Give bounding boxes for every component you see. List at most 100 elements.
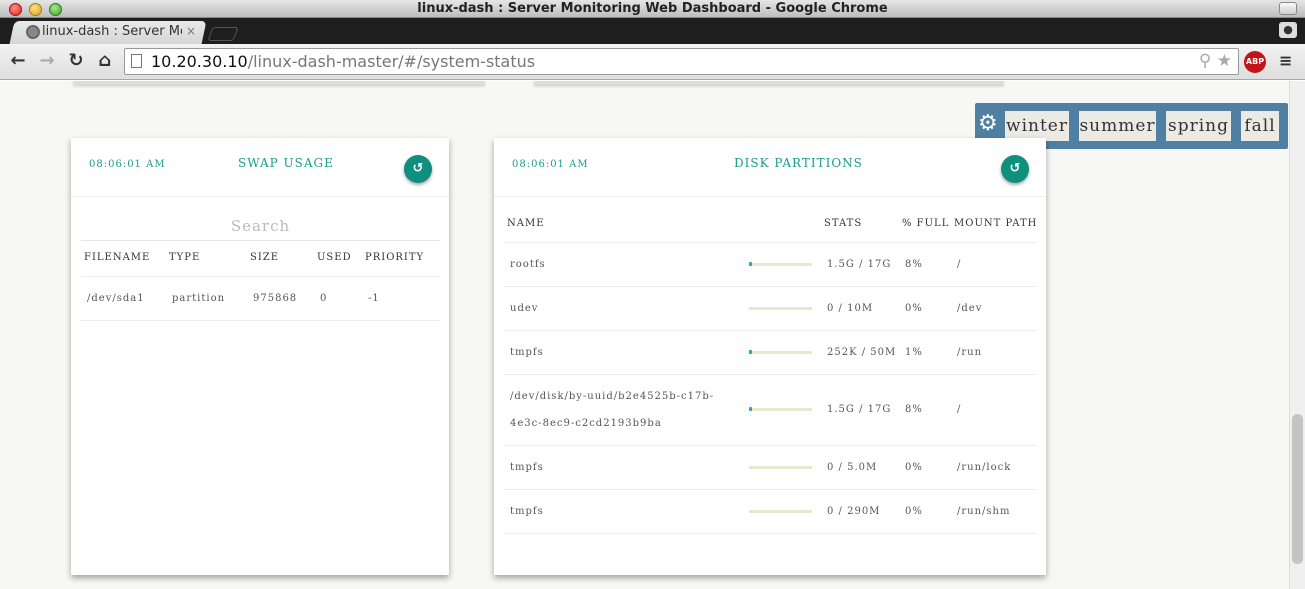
column-header-filename[interactable]: FILENAME <box>84 252 150 263</box>
cell-mount-path: /run <box>957 347 983 358</box>
theme-fall-button[interactable]: fall <box>1241 111 1279 141</box>
row-divider <box>504 330 1036 331</box>
usage-bar <box>749 307 812 310</box>
row-divider <box>504 489 1036 490</box>
usage-bar <box>749 350 812 354</box>
url-text[interactable]: 10.20.30.10/linux-dash-master/#/system-s… <box>151 52 535 71</box>
card-title: DISK PARTITIONS <box>734 156 863 170</box>
cell-percent-full: 0% <box>905 462 923 473</box>
vertical-scrollbar[interactable] <box>1289 81 1305 589</box>
card-header: 08:06:01 AM SWAP USAGE ↺ <box>71 138 449 197</box>
theme-summer-button[interactable]: summer <box>1079 111 1156 141</box>
window-title: linux-dash : Server Monitoring Web Dashb… <box>417 1 888 16</box>
browser-toolbar: ← → ↻ ⌂ 10.20.30.10/linux-dash-master/#/… <box>0 44 1305 80</box>
tab-strip: linux-dash : Server Monitoring Web Dashb… <box>0 18 1305 44</box>
disk-partitions-card: 08:06:01 AM DISK PARTITIONS ↺ NAME STATS… <box>494 138 1046 575</box>
column-header-priority[interactable]: PRIORITY <box>365 252 424 263</box>
back-arrow-icon[interactable]: ← <box>7 50 29 72</box>
cell-name: udev <box>510 303 539 314</box>
tab-close-icon[interactable]: × <box>186 24 196 38</box>
tab-label: linux-dash : Server Monitoring Web Dashb… <box>42 24 182 39</box>
column-header-percent-full[interactable]: % FULL <box>902 218 949 229</box>
row-divider <box>504 242 1036 243</box>
last-updated-time: 08:06:01 AM <box>89 159 166 170</box>
scrollbar-thumb[interactable] <box>1292 414 1303 564</box>
page-viewport: ⚙ winter summer spring fall 08:06:01 AM … <box>0 81 1289 589</box>
usage-bar-fill <box>749 262 752 266</box>
card-header: 08:06:01 AM DISK PARTITIONS ↺ <box>494 138 1046 197</box>
tab-linux-dash[interactable]: linux-dash : Server Monitoring Web Dashb… <box>16 23 206 43</box>
cell-mount-path: /dev <box>957 303 983 314</box>
cell-mount-path: /run/lock <box>957 462 1012 473</box>
url-path: /linux-dash-master/#/system-status <box>247 52 536 71</box>
cell-stats: 1.5G / 17G <box>827 404 892 415</box>
previous-card-edge <box>534 81 1004 84</box>
row-divider <box>81 320 440 321</box>
column-header-type[interactable]: TYPE <box>169 252 200 263</box>
row-divider <box>504 533 1036 534</box>
column-header-size[interactable]: SIZE <box>250 252 279 263</box>
omnibox-icons: ⚲ ★ <box>1199 51 1232 71</box>
cell-priority: -1 <box>368 293 380 304</box>
row-divider <box>81 276 440 277</box>
column-header-mount-path[interactable]: MOUNT PATH <box>954 218 1037 229</box>
window-titlebar: linux-dash : Server Monitoring Web Dashb… <box>0 0 1305 18</box>
cell-percent-full: 8% <box>905 259 923 270</box>
page-icon <box>131 54 142 68</box>
usage-bar-fill <box>749 407 752 411</box>
refresh-button[interactable]: ↺ <box>404 155 432 183</box>
column-header-stats[interactable]: STATS <box>824 218 862 229</box>
cell-mount-path: / <box>957 404 962 415</box>
last-updated-time: 08:06:01 AM <box>512 159 589 170</box>
cell-stats: 252K / 50M <box>827 347 897 358</box>
swap-usage-card: 08:06:01 AM SWAP USAGE ↺ FILENAME TYPE S… <box>71 138 449 575</box>
cell-stats: 0 / 290M <box>827 506 881 517</box>
cell-percent-full: 1% <box>905 347 923 358</box>
column-header-name[interactable]: NAME <box>507 218 545 229</box>
cell-filename: /dev/sda1 <box>87 293 145 304</box>
cell-percent-full: 8% <box>905 404 923 415</box>
usage-bar <box>749 510 812 513</box>
cell-name-continued: 4e3c-8ec9-c2cd2193b9ba <box>510 418 662 429</box>
cell-mount-path: /run/shm <box>957 506 1011 517</box>
row-divider <box>504 445 1036 446</box>
cell-percent-full: 0% <box>905 506 923 517</box>
theme-spring-button[interactable]: spring <box>1166 111 1231 141</box>
bookmark-star-icon[interactable]: ★ <box>1217 51 1232 71</box>
cell-percent-full: 0% <box>905 303 923 314</box>
gear-icon[interactable]: ⚙ <box>978 111 998 136</box>
refresh-button[interactable]: ↺ <box>1001 155 1029 183</box>
row-divider <box>504 374 1036 375</box>
new-tab-button[interactable] <box>207 27 239 41</box>
search-icon[interactable]: ⚲ <box>1199 51 1211 71</box>
tab-favicon-icon <box>26 25 40 39</box>
reload-icon[interactable]: ↻ <box>65 50 87 72</box>
theme-winter-button[interactable]: winter <box>1005 111 1069 141</box>
forward-arrow-icon[interactable]: → <box>36 50 58 72</box>
card-title: SWAP USAGE <box>238 156 334 170</box>
cell-name: tmpfs <box>510 347 544 358</box>
url-host: 10.20.30.10 <box>151 52 248 71</box>
usage-bar <box>749 262 812 266</box>
column-header-used[interactable]: USED <box>317 252 352 263</box>
cell-name: rootfs <box>510 259 546 270</box>
adblock-plus-icon[interactable]: ABP <box>1244 51 1266 73</box>
cell-stats: 0 / 10M <box>827 303 874 314</box>
cell-used: 0 <box>320 293 328 304</box>
cell-mount-path: / <box>957 259 962 270</box>
cell-size: 975868 <box>253 293 298 304</box>
profile-icon[interactable]: ● <box>1279 22 1297 38</box>
cell-name: tmpfs <box>510 462 544 473</box>
cell-stats: 1.5G / 17G <box>827 259 892 270</box>
search-input[interactable] <box>81 211 440 241</box>
cell-name: /dev/disk/by-uuid/b2e4525b-c17b- <box>510 391 715 402</box>
address-bar[interactable]: 10.20.30.10/linux-dash-master/#/system-s… <box>124 48 1239 75</box>
usage-bar <box>749 407 812 411</box>
cell-name: tmpfs <box>510 506 544 517</box>
home-icon[interactable]: ⌂ <box>94 50 116 72</box>
cell-stats: 0 / 5.0M <box>827 462 878 473</box>
usage-bar-fill <box>749 350 752 354</box>
window-resize-button[interactable] <box>1279 2 1297 15</box>
row-divider <box>504 286 1036 287</box>
chrome-menu-icon[interactable]: ≡ <box>1279 53 1293 69</box>
